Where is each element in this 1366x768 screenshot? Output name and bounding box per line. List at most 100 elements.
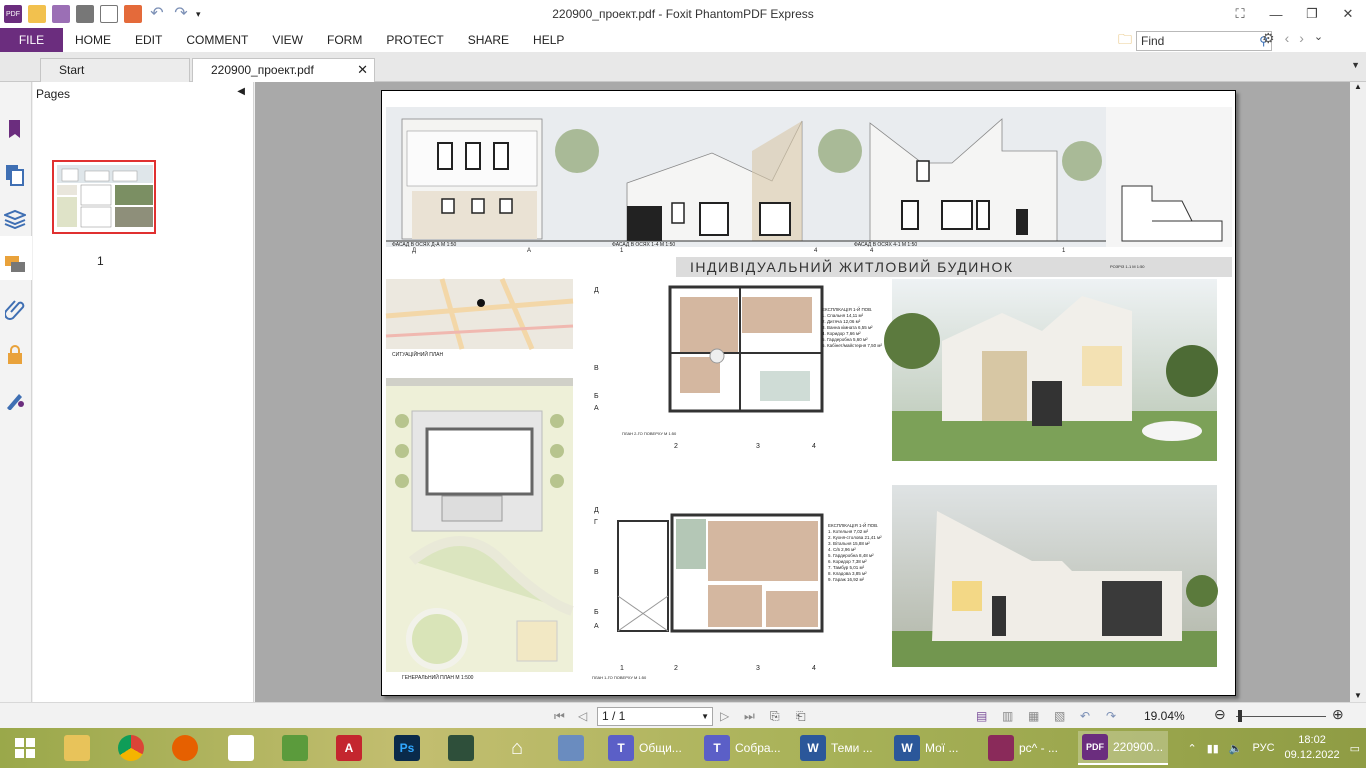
- taskbar-chrome[interactable]: [114, 731, 148, 765]
- page-dropdown-icon[interactable]: ▼: [701, 708, 709, 725]
- document-tabs: Start 220900_проект.pdf ✕ ▼: [0, 52, 1366, 82]
- file-explorer-icon: [64, 735, 90, 761]
- maximize-icon[interactable]: ❐: [1294, 0, 1330, 28]
- menu-home[interactable]: HOME: [63, 28, 123, 52]
- redo-icon[interactable]: ↷: [172, 5, 190, 23]
- document-viewer[interactable]: ФАСАД В ОСЯХ Д-А М 1:50 ФАСАД В ОСЯХ 1-4…: [255, 82, 1350, 702]
- taskbar-app-label: Мої ...: [925, 741, 959, 755]
- menu-protect[interactable]: PROTECT: [374, 28, 455, 52]
- rotate-left-icon[interactable]: ↶: [1080, 709, 1090, 723]
- page-thumbnail[interactable]: [52, 160, 156, 234]
- menu-edit[interactable]: EDIT: [123, 28, 174, 52]
- security-lock-icon[interactable]: [4, 344, 26, 366]
- fit-page-icon[interactable]: ⎘: [770, 709, 780, 724]
- windows-logo-icon: [12, 735, 38, 761]
- clock[interactable]: 18:02 09.12.2022: [1285, 733, 1340, 763]
- window-controls: ⛶ — ❐ ✕: [1222, 0, 1366, 28]
- scroll-down-icon[interactable]: ▼: [1354, 691, 1362, 700]
- print-icon[interactable]: [76, 5, 94, 23]
- close-tab-icon[interactable]: ✕: [357, 59, 368, 81]
- tab-document[interactable]: 220900_проект.pdf ✕: [192, 58, 375, 82]
- tab-list-dropdown-icon[interactable]: ▼: [1351, 60, 1360, 70]
- settings-gear-icon[interactable]: ⚙: [1262, 30, 1275, 47]
- scan-icon[interactable]: [100, 5, 118, 23]
- volume-icon[interactable]: 🔈: [1229, 742, 1243, 755]
- taskbar-app-2[interactable]: T Собра...: [700, 731, 792, 765]
- taskbar-app-3[interactable]: W Теми ...: [796, 731, 886, 765]
- scroll-up-icon[interactable]: ▲: [1354, 82, 1362, 91]
- prev-result-icon[interactable]: ‹: [1285, 30, 1290, 47]
- zoom-out-icon[interactable]: ⊖: [1214, 706, 1226, 723]
- new-icon[interactable]: [124, 5, 142, 23]
- general-plan-caption: ГЕНЕРАЛЬНИЙ ПЛАН М 1:500: [402, 675, 474, 681]
- tab-start[interactable]: Start: [40, 58, 190, 82]
- ribbon-expand-icon[interactable]: ⌄: [1314, 30, 1323, 47]
- taskbar-autocad[interactable]: A: [332, 731, 366, 765]
- menu-view[interactable]: VIEW: [260, 28, 315, 52]
- first-page-icon[interactable]: ⏮: [554, 709, 565, 724]
- menu-share[interactable]: SHARE: [456, 28, 521, 52]
- layers-icon[interactable]: [4, 208, 26, 230]
- find-input[interactable]: Find ⚲: [1136, 31, 1272, 51]
- explication-row: 6. Кабінет/майстерня 7,50 м²: [822, 343, 883, 348]
- save-icon[interactable]: [52, 5, 70, 23]
- minimize-icon[interactable]: —: [1258, 0, 1294, 28]
- taskbar-app-6[interactable]: PDF 220900...: [1078, 731, 1168, 765]
- taskbar-firefox[interactable]: [168, 731, 202, 765]
- zoom-slider-handle[interactable]: [1238, 710, 1242, 722]
- notifications-icon[interactable]: ▭: [1350, 742, 1360, 755]
- file-menu[interactable]: FILE: [0, 28, 63, 52]
- undo-icon[interactable]: ↶: [148, 5, 166, 23]
- pages-icon[interactable]: [4, 164, 26, 186]
- zoom-slider[interactable]: [1236, 716, 1326, 717]
- start-button[interactable]: [8, 731, 42, 765]
- menu-form[interactable]: FORM: [315, 28, 374, 52]
- taskbar-notepad[interactable]: [224, 731, 258, 765]
- tray-overflow-icon[interactable]: ⌃: [1187, 742, 1196, 755]
- taskbar-app-1[interactable]: T Общи...: [604, 731, 696, 765]
- vertical-scrollbar[interactable]: ▲ ▼: [1350, 82, 1366, 702]
- taskbar-photoshop[interactable]: Ps: [390, 731, 424, 765]
- taskbar-archicad[interactable]: [444, 731, 478, 765]
- pages-panel: Pages ◀ 1: [33, 82, 254, 702]
- attachments-icon[interactable]: [4, 298, 26, 320]
- zoom-in-icon[interactable]: ⊕: [1332, 706, 1344, 723]
- taskbar-app-4[interactable]: W Мої ...: [890, 731, 980, 765]
- last-page-icon[interactable]: ⏭: [744, 709, 755, 724]
- next-result-icon[interactable]: ›: [1299, 30, 1304, 47]
- grid-row-label: Б: [594, 393, 599, 400]
- language-indicator[interactable]: РУС: [1253, 742, 1275, 754]
- continuous-facing-icon[interactable]: ▧: [1054, 709, 1065, 723]
- find-folder-icon[interactable]: 🗀: [1118, 29, 1132, 53]
- bookmarks-icon[interactable]: [4, 118, 26, 140]
- open-folder-icon[interactable]: [28, 5, 46, 23]
- taskbar-home[interactable]: ⌂: [500, 731, 534, 765]
- page-number-input[interactable]: 1 / 1 ▼: [597, 707, 713, 726]
- rotate-right-icon[interactable]: ↷: [1106, 709, 1116, 723]
- signal-icon[interactable]: ▮▮: [1207, 742, 1219, 755]
- single-page-view-icon[interactable]: ▤: [976, 709, 987, 723]
- grid-row-label: Д: [594, 507, 599, 514]
- taskbar-network[interactable]: [554, 731, 588, 765]
- menu-comment[interactable]: COMMENT: [174, 28, 260, 52]
- extract-pages-icon[interactable]: ⎗: [796, 709, 806, 724]
- network-computer-icon: [558, 735, 584, 761]
- taskbar-sketchup[interactable]: [278, 731, 312, 765]
- grid-col-label: 2: [674, 443, 678, 450]
- collapse-panel-icon[interactable]: ◀: [237, 86, 245, 97]
- taskbar-app-5[interactable]: рс^ - ...: [984, 731, 1074, 765]
- next-page-icon[interactable]: ▷: [720, 709, 729, 723]
- close-icon[interactable]: ✕: [1330, 0, 1366, 28]
- zoom-level[interactable]: 19.04%: [1144, 709, 1185, 723]
- grid-row-label: Д: [594, 287, 599, 294]
- customize-dropdown-icon[interactable]: ▾: [196, 9, 201, 20]
- restore-icon[interactable]: ⛶: [1222, 0, 1258, 28]
- menu-help[interactable]: HELP: [521, 28, 576, 52]
- blank-document-icon: [228, 735, 254, 761]
- previous-page-icon[interactable]: ◁: [578, 709, 587, 723]
- taskbar-explorer[interactable]: [60, 731, 94, 765]
- comments-icon[interactable]: [4, 254, 26, 276]
- signature-icon[interactable]: [4, 388, 26, 410]
- facing-view-icon[interactable]: ▦: [1028, 709, 1039, 723]
- continuous-view-icon[interactable]: ▥: [1002, 709, 1013, 723]
